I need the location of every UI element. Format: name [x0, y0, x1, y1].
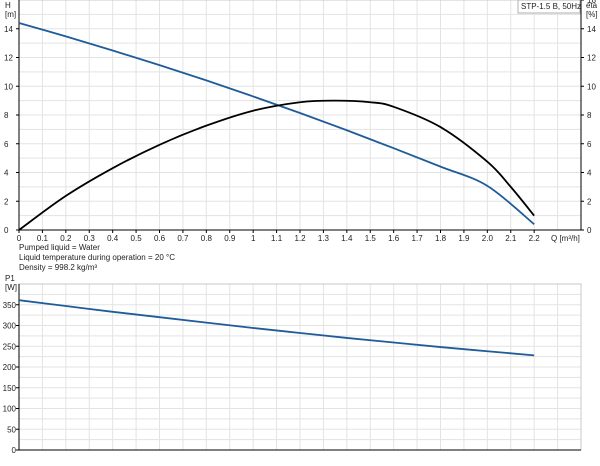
- flow-tick-label: 0: [17, 234, 22, 243]
- power-gridlines: [19, 283, 582, 450]
- flow-tick-label: 0.9: [224, 234, 236, 243]
- power-tick-label: 0: [12, 446, 17, 455]
- flow-tick-label: 0.1: [37, 234, 49, 243]
- head-tick-label: 2: [4, 197, 9, 206]
- head-tick-label: 6: [4, 140, 9, 149]
- flow-tick-label: 0.4: [107, 234, 119, 243]
- power-tick-label: 50: [7, 425, 16, 434]
- flow-tick-label: 2.1: [505, 234, 517, 243]
- flow-tick-label: 2.2: [529, 234, 541, 243]
- flow-tick-label: 0.6: [154, 234, 166, 243]
- flow-tick-label: 1.4: [341, 234, 353, 243]
- head-tick-label: 12: [4, 54, 13, 63]
- eta-tick-label: 6: [587, 140, 592, 149]
- power-tick-label: 300: [3, 322, 17, 331]
- flow-tick-label: 1.6: [388, 234, 400, 243]
- flow-tick-label: 2.0: [482, 234, 494, 243]
- eta-tick-label: 2: [587, 197, 592, 206]
- head-tick-label: 0: [4, 226, 9, 235]
- power-tick-label: 200: [3, 363, 17, 372]
- liquid-info-line2: Liquid temperature during operation = 20…: [19, 253, 175, 262]
- head-eta-gridlines: [19, 0, 582, 230]
- flow-tick-label: 0.2: [60, 234, 72, 243]
- flow-tick-label: 0.7: [177, 234, 189, 243]
- flow-tick-label: 1.9: [458, 234, 470, 243]
- eta-tick-label: 10: [587, 82, 596, 91]
- head-tick-label: 10: [4, 82, 13, 91]
- eta-tick-label: 12: [587, 54, 596, 63]
- flow-axis-label: Q [m³/h]: [551, 234, 580, 243]
- power-tick-label: 350: [3, 301, 17, 310]
- liquid-info-line1: Pumped liquid = Water: [19, 243, 100, 252]
- flow-tick-label: 1.7: [412, 234, 424, 243]
- power-tick-label: 100: [3, 405, 17, 414]
- flow-tick-label: 1.3: [318, 234, 330, 243]
- flow-tick-label: 1.2: [294, 234, 306, 243]
- flow-tick-label: 0.8: [201, 234, 213, 243]
- eta-tick-label: 4: [587, 169, 592, 178]
- power-tick-label: 250: [3, 342, 17, 351]
- flow-tick-label: 1.1: [271, 234, 283, 243]
- legend-label: STP-1.5 B, 50Hz: [521, 2, 581, 11]
- flow-tick-label: 0.3: [84, 234, 96, 243]
- pump-curve-chart: 02468101214 0246810121416 0 0.1 0.2 0.3 0.4 0…: [3, 0, 598, 455]
- flow-tick-label: 1.8: [435, 234, 447, 243]
- eta-tick-label: 14: [587, 25, 596, 34]
- power-tick-label: 150: [3, 384, 17, 393]
- head-tick-label: 4: [4, 169, 9, 178]
- flow-tick-label: 1.5: [365, 234, 377, 243]
- flow-tick-label: 1: [251, 234, 256, 243]
- eta-tick-label: 0: [587, 226, 592, 235]
- head-axis-label: H [m]: [5, 1, 16, 19]
- liquid-info-line3: Density = 998.2 kg/m³: [19, 263, 97, 272]
- flow-tick-label: 0.5: [131, 234, 143, 243]
- eta-tick-label: 8: [587, 111, 592, 120]
- eta-tick-labels: 0246810121416: [581, 0, 596, 235]
- power-axis-label: P1 [W]: [5, 274, 17, 292]
- flow-tick-labels: 0 0.1 0.2 0.3 0.4 0.5 0.6 0.7 0.8 0.9 1 1.1 1.2 1.3 1.…: [17, 230, 541, 243]
- power-tick-labels: 0 50 100 150 200 250 300 350: [3, 301, 19, 455]
- head-tick-labels: 0 2 4 6 8 10 12 14: [4, 25, 19, 235]
- head-tick-label: 14: [4, 25, 13, 34]
- head-tick-label: 8: [4, 111, 9, 120]
- eta-axis-label: eta [%]: [586, 1, 598, 19]
- pump-curve-figure: 0 2 4 6 8 10 12 14 0 2 4 6 8 10 12 14 16 0 0.1 0.2 0.3 0.4 0…: [0, 0, 600, 461]
